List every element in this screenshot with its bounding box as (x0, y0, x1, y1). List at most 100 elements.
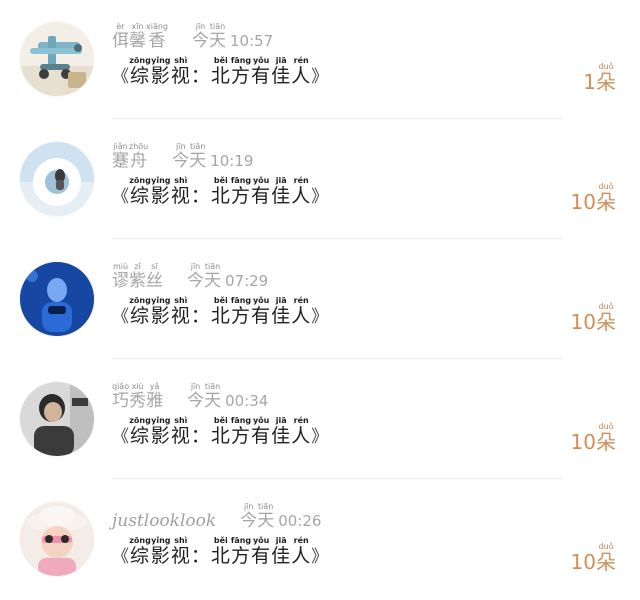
gift-text: 《综zōng影yǐng视shì：北běi方fāng有yǒu佳jiā人rén》 (112, 176, 329, 208)
char: 佳 (271, 545, 292, 567)
char: 北 (210, 545, 231, 567)
char: 今 (172, 151, 190, 171)
pinyin: rén (291, 176, 312, 185)
pinyin: tiān (204, 382, 222, 391)
pinyin: fāng (230, 56, 252, 65)
pinyin: shì (170, 296, 191, 305)
ruby-char: 北běi (211, 296, 231, 327)
nickname[interactable]: 巧qiǎo秀xiù雅yǎ (112, 382, 164, 411)
avatar[interactable] (20, 22, 94, 96)
list-item[interactable]: 蹇jiǎn舟zhōu 今jīn天tiān10:19 《综zōng影yǐng视shì：… (0, 120, 640, 240)
ruby-char: 巧qiǎo (112, 382, 129, 411)
timestamp: 07:29 (225, 272, 269, 290)
char: 影 (150, 65, 171, 87)
ruby-char: 天tiān (204, 262, 221, 291)
char: 视 (170, 425, 191, 447)
person-portrait-icon (20, 382, 94, 456)
list-item[interactable]: 谬miù紫zǐ丝sī今jīn天tiān07:29 《综zōng影yǐng视shì：… (0, 240, 640, 360)
comment-meta: 佴èr馨xīn香xiāng今jīn天tiān10:57 (112, 22, 273, 51)
gift-text: 《综zōng影yǐng视shì：北běi方fāng有yǒu佳jiā人rén》 (112, 296, 329, 328)
count-unit: 朵duǒ (596, 302, 616, 334)
char: 雅 (146, 391, 164, 411)
ruby-char: 佴èr (112, 22, 129, 51)
pinyin: fāng (230, 176, 252, 185)
char: 今 (187, 271, 204, 291)
unit-pinyin: duǒ (596, 182, 616, 191)
pinyin: zōng (129, 56, 151, 65)
count-unit: 朵duǒ (596, 182, 616, 214)
pinyin: yǐng (150, 176, 171, 185)
ruby-char: 谬miù (112, 262, 129, 291)
char: ： (190, 425, 211, 447)
ruby-char: 方fāng (231, 296, 251, 327)
avatar[interactable] (20, 142, 94, 216)
count-number: 10 (570, 430, 596, 454)
swim-ring-icon (20, 142, 94, 216)
open-bracket: 《 (112, 187, 130, 207)
count-unit: 朵duǒ (596, 542, 616, 574)
char: 有 (251, 425, 272, 447)
ruby-char: 影yǐng (150, 56, 171, 87)
pinyin: rén (291, 536, 312, 545)
nickname[interactable]: 谬miù紫zǐ丝sī (112, 262, 163, 291)
ruby-char: 今jīn (187, 382, 204, 411)
pinyin: yǐng (150, 536, 171, 545)
ruby-char: 北běi (211, 416, 231, 447)
char: 谬 (112, 271, 129, 291)
pinyin: jiā (271, 416, 292, 425)
gift-count: 10朵duǒ (571, 422, 616, 455)
char: 丝 (146, 271, 163, 291)
pinyin: fāng (230, 416, 252, 425)
pinyin: běi (210, 536, 231, 545)
char: 影 (150, 545, 171, 567)
list-item[interactable]: justlooklook 今jīn天tiān00:26 《综zōng影yǐng视sh… (0, 480, 640, 600)
char: 有 (251, 65, 272, 87)
char: 天 (204, 271, 221, 291)
unit-char: 朵 (596, 430, 616, 454)
pinyin: zhōu (129, 142, 149, 151)
pinyin: tiān (204, 262, 221, 271)
char: 综 (129, 305, 151, 327)
avatar[interactable] (20, 502, 94, 576)
list-item[interactable]: 巧qiǎo秀xiù雅yǎ 今jīn天tiān00:34 《综zōng影yǐng视sh… (0, 360, 640, 480)
ruby-char: 视shì (171, 176, 191, 207)
nickname[interactable]: 佴èr馨xīn香xiāng (112, 22, 168, 51)
char: 综 (129, 185, 151, 207)
ruby-char: 今jīn (172, 142, 190, 171)
ruby-char: 影yǐng (151, 296, 171, 327)
pinyin: jīn (240, 502, 258, 511)
pinyin: èr (112, 22, 129, 31)
comment-meta: 巧qiǎo秀xiù雅yǎ 今jīn天tiān00:34 (112, 382, 268, 411)
time-label: 今jīn天tiān (187, 382, 221, 411)
avatar[interactable] (20, 262, 94, 336)
ruby-char: 天tiān (209, 22, 226, 51)
count-number: 1 (583, 70, 596, 94)
ruby-char: 影yǐng (151, 176, 171, 207)
char: 秀 (129, 391, 147, 411)
ruby-char: 人rén (291, 536, 311, 567)
char: 视 (170, 65, 191, 87)
ruby-char: 香xiāng (146, 22, 168, 51)
nickname[interactable]: 蹇jiǎn舟zhōu (112, 142, 149, 171)
pinyin: běi (210, 56, 231, 65)
ruby-char: 蹇jiǎn (112, 142, 129, 171)
ruby-char: 影yǐng (150, 536, 171, 567)
ruby-char: 佳jiā (271, 176, 291, 207)
ruby-char: 人rén (291, 176, 311, 207)
gift-count: 10朵duǒ (571, 542, 616, 575)
ruby-char: ： (191, 425, 211, 447)
gift-text: 《综zōng影yǐng视shì：北běi方fāng有yǒu佳jiā人rén》 (112, 536, 329, 568)
count-number: 10 (570, 310, 596, 334)
char: 方 (230, 425, 252, 447)
ruby-char: 丝sī (146, 262, 163, 291)
child-with-hat-icon (20, 502, 94, 576)
pinyin: xīn (129, 22, 146, 31)
list-item[interactable]: 佴èr馨xīn香xiāng今jīn天tiān10:57 《综zōng影yǐng视s… (0, 0, 640, 120)
char: ： (190, 185, 211, 207)
char: 舟 (129, 151, 149, 171)
nickname[interactable]: justlooklook (112, 511, 216, 531)
close-bracket: 》 (311, 187, 330, 207)
open-bracket: 《 (112, 547, 130, 567)
ruby-char: 馨xīn (129, 22, 146, 51)
avatar[interactable] (20, 382, 94, 456)
